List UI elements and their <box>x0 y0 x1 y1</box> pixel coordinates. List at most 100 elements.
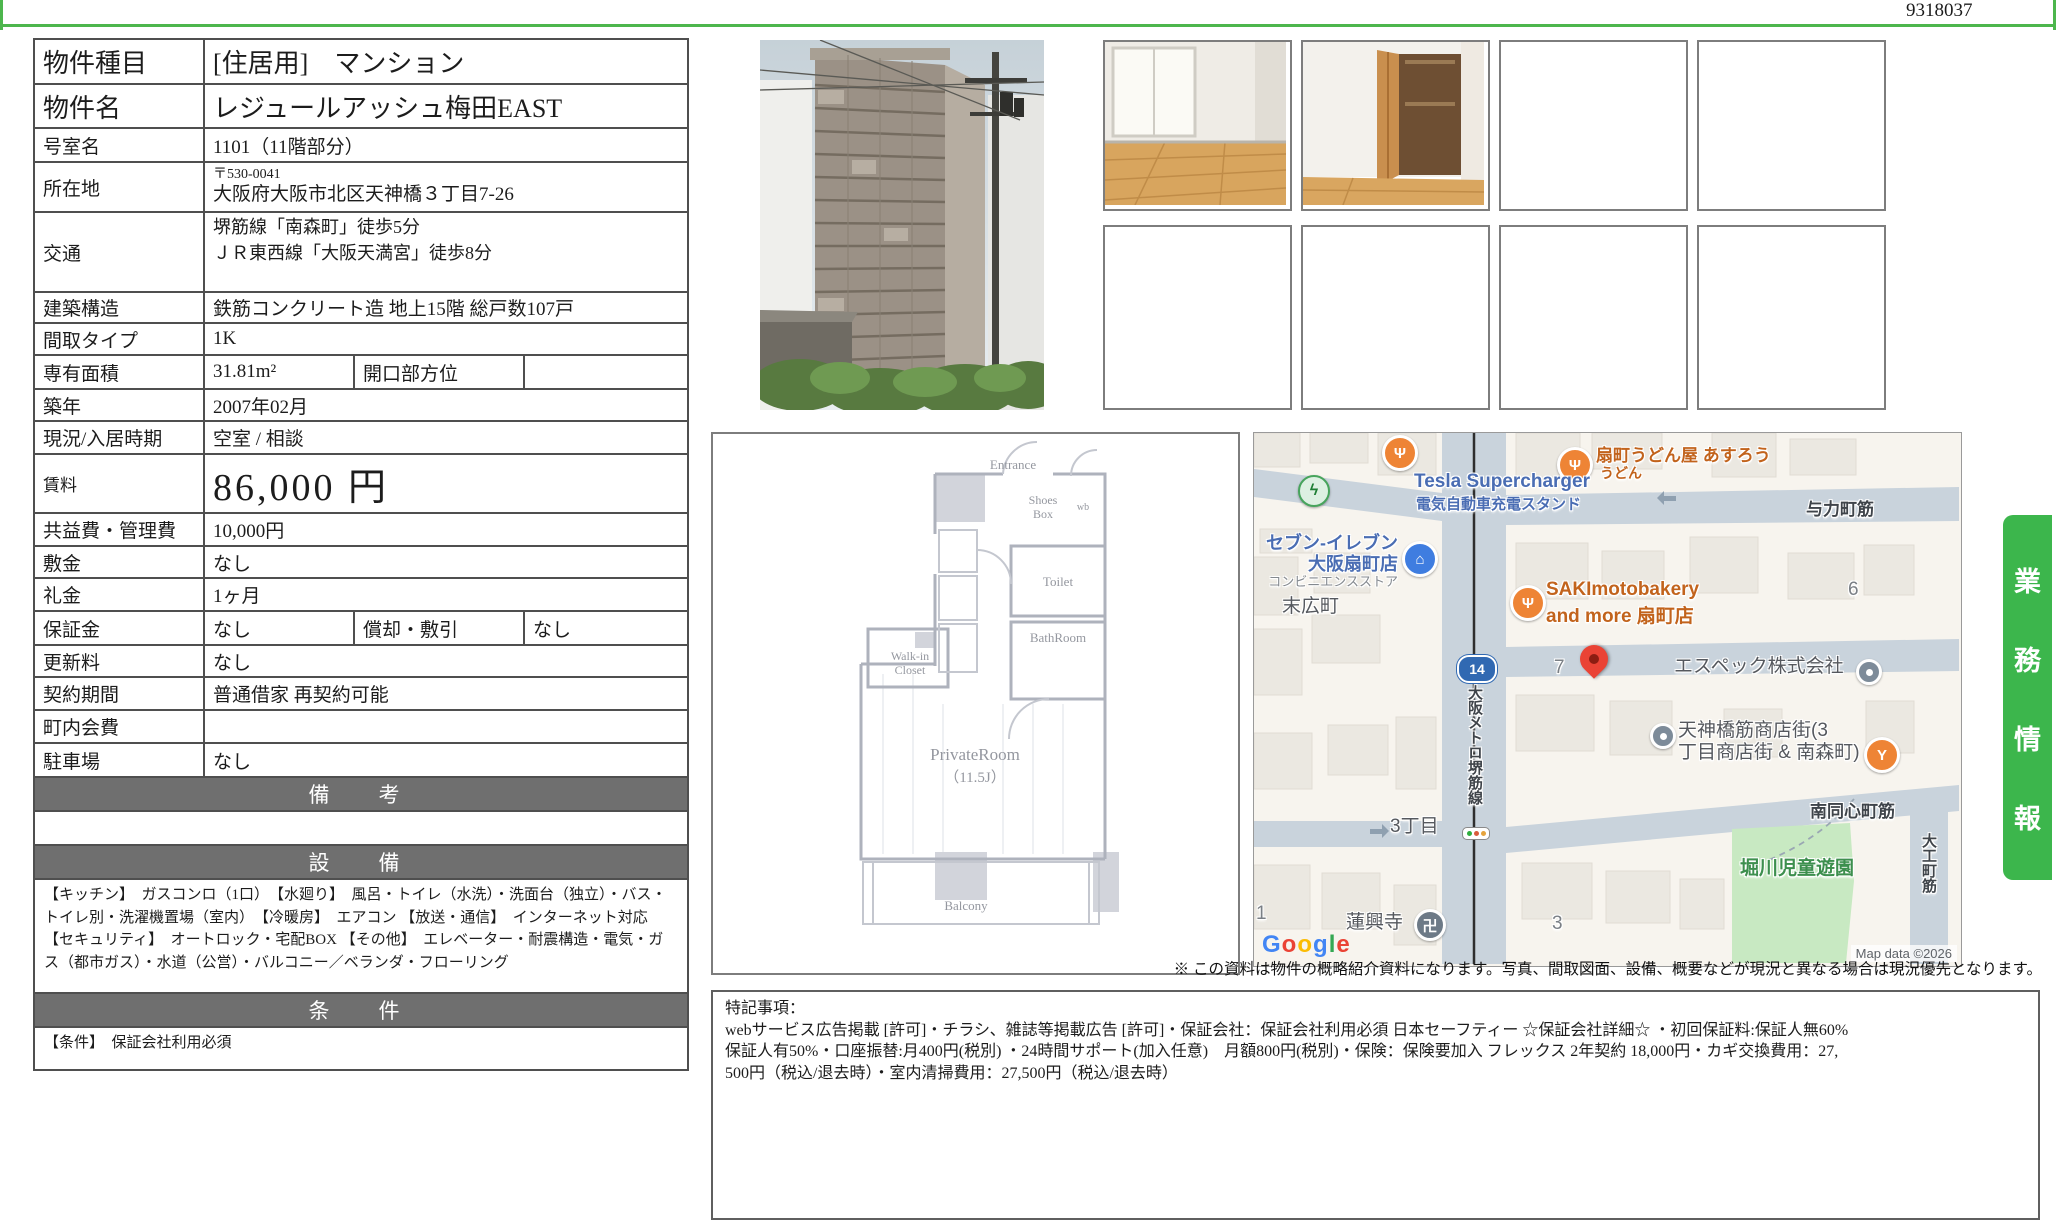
table-row: 専有面積 31.81m² 開口部方位 <box>34 355 688 389</box>
row-value: 〒530-0041 大阪府大阪市北区天神橋３丁目7-26 <box>204 162 688 212</box>
company-pin-icon <box>1856 659 1882 685</box>
ev-charger-pin-icon: ϟ <box>1298 475 1330 507</box>
table-row: 更新料 なし <box>34 645 688 677</box>
banner-char: 報 <box>2014 797 2041 836</box>
row-value: なし <box>204 743 688 777</box>
convenience-store-pin-icon: ⌂ <box>1402 541 1438 577</box>
setsubi-header: 設 備 <box>34 845 688 879</box>
row-label: 間取タイプ <box>34 323 204 355</box>
photo-placeholder <box>1103 225 1292 410</box>
row-label-2: 償却・敷引 <box>354 611 524 645</box>
row-label: 号室名 <box>34 128 204 162</box>
row-label-2: 開口部方位 <box>354 355 524 389</box>
row-value: 31.81m² <box>204 355 354 389</box>
table-row: 【キッチン】 ガスコンロ（1口） 【水廻り】 風呂・トイレ（水洗）・洗面台（独立… <box>34 879 688 993</box>
photo-placeholder <box>1697 225 1886 410</box>
map-label-udon-sub: うどん <box>1600 463 1642 483</box>
address: 大阪府大阪市北区天神橋３丁目7-26 <box>213 183 679 207</box>
document-id: 9318037 <box>1900 0 2052 22</box>
special-notes-box: 特記事項： webサービス広告掲載 [許可]・チラシ、雑誌等掲載広告 [許可]・… <box>711 990 2040 1220</box>
map-label-horikawa-park: 堀川児童遊園 <box>1740 853 1854 880</box>
table-row: 共益費・管理費 10,000円 <box>34 513 688 546</box>
biko-text <box>34 811 688 845</box>
table-row: 建築構造 鉄筋コンクリート造 地上15階 総戸数107戸 <box>34 292 688 323</box>
table-row: 物件種目 [住居用] マンション <box>34 39 688 84</box>
temple-pin-icon: 卍 <box>1414 909 1446 941</box>
business-info-banner[interactable]: 業 務 情 報 <box>2003 515 2052 880</box>
map-label-saki-1: SAKImotobakery <box>1546 579 1699 601</box>
row-value: 10,000円 <box>204 513 688 546</box>
row-label: 建築構造 <box>34 292 204 323</box>
setsubi-text: 【キッチン】 ガスコンロ（1口） 【水廻り】 風呂・トイレ（水洗）・洗面台（独立… <box>34 879 688 993</box>
room-interior-photo <box>1103 40 1292 211</box>
floorplan-label-shoes-1: Shoes <box>1029 493 1058 507</box>
row-value: 1K <box>204 323 688 355</box>
row-label: 現況/入居時期 <box>34 421 204 454</box>
floorplan-label-room: PrivateRoom <box>930 745 1020 764</box>
map-label-suehirocho: 末広町 <box>1282 591 1339 618</box>
section-header-row: 条 件 <box>34 993 688 1027</box>
floorplan-label-room-size: （11.5J） <box>944 769 1006 786</box>
row-label: 契約期間 <box>34 677 204 710</box>
notes-title: 特記事項： <box>725 998 2026 1020</box>
top-divider <box>0 24 2056 27</box>
notes-line: webサービス広告掲載 [許可]・チラシ、雑誌等掲載広告 [許可]・保証会社：保… <box>725 1020 2026 1042</box>
row-value: 空室 / 相談 <box>204 421 688 454</box>
map-label-seven-sub: コンビニエンスストア <box>1254 571 1398 590</box>
floorplan-label-wic-2: Closet <box>895 663 926 677</box>
table-row: 町内会費 <box>34 710 688 743</box>
row-label: 敷金 <box>34 546 204 578</box>
row-label: 交通 <box>34 212 204 292</box>
row-value: 鉄筋コンクリート造 地上15階 総戸数107戸 <box>204 292 688 323</box>
closet-photo <box>1301 40 1490 211</box>
one-way-arrow-icon <box>1650 491 1664 505</box>
table-row: 築年 2007年02月 <box>34 389 688 421</box>
row-label: 物件種目 <box>34 39 204 84</box>
google-map[interactable]: Ψ Ψ ϟ ⌂ Ψ Y 卍 14 扇町うどん屋 あすろう うどん Tesla S… <box>1253 432 1962 967</box>
disclaimer-text: ※ この資料は物件の概略紹介資料になります。写真、間取図面、設備、概要などが現況… <box>711 957 2042 979</box>
property-table: 物件種目 [住居用] マンション 物件名 レジュールアッシュ梅田EAST 号室名… <box>33 38 689 1071</box>
map-label-yoriki-road: 与力町筋 <box>1806 495 1874 520</box>
row-label: 賃料 <box>34 454 204 513</box>
row-value <box>204 710 688 743</box>
floorplan-label-bathroom: BathRoom <box>1030 630 1086 645</box>
access-line: 堺筋線「南森町」徒歩5分 <box>213 214 679 240</box>
row-value: 1ヶ月 <box>204 578 688 611</box>
joken-text: 【条件】 保証会社利用必須 <box>34 1027 688 1070</box>
row-label: 保証金 <box>34 611 204 645</box>
row-label: 築年 <box>34 389 204 421</box>
biko-header: 備 考 <box>34 777 688 811</box>
row-label: 更新料 <box>34 645 204 677</box>
table-row: 交通 堺筋線「南森町」徒歩5分 ＪＲ東西線「大阪天満宮」徒歩8分 <box>34 212 688 292</box>
map-label-tesla-sub: 電気自動車充電スタンド <box>1416 493 1581 514</box>
floorplan-label-entrance: Entrance <box>990 457 1036 472</box>
map-label-chome3: 3丁目 <box>1390 811 1439 838</box>
row-value: 2007年02月 <box>204 389 688 421</box>
map-label-num3: 3 <box>1552 913 1563 935</box>
map-label-shotengai-2: 丁目商店街 & 南森町) <box>1678 737 1860 764</box>
building-exterior-photo <box>760 40 1044 410</box>
map-label-num6: 6 <box>1848 579 1859 601</box>
traffic-light-icon <box>1462 827 1490 840</box>
row-value: [住居用] マンション <box>204 39 688 84</box>
map-label-rail-line: 大阪メトロ堺筋線 <box>1464 685 1485 805</box>
map-label-renkoji: 蓮興寺 <box>1346 907 1403 934</box>
map-label-num7: 7 <box>1554 657 1565 679</box>
row-label: 物件名 <box>34 84 204 128</box>
section-header-row: 設 備 <box>34 845 688 879</box>
notes-line: 500円（税込/退去時）・室内清掃費用：27,500円（税込/退去時） <box>725 1063 2026 1085</box>
table-row: 号室名 1101（11階部分） <box>34 128 688 162</box>
row-value-2: なし <box>524 611 688 645</box>
table-row: 間取タイプ 1K <box>34 323 688 355</box>
row-label: 礼金 <box>34 578 204 611</box>
row-label: 町内会費 <box>34 710 204 743</box>
row-value: 普通借家 再契約可能 <box>204 677 688 710</box>
floorplan-panel: Entrance Shoes Box wb Toilet BathRoom Wa… <box>711 432 1240 975</box>
row-value: なし <box>204 645 688 677</box>
bar-pin-icon: Y <box>1864 737 1900 773</box>
route-shield: 14 <box>1457 655 1497 683</box>
table-row: 現況/入居時期 空室 / 相談 <box>34 421 688 454</box>
row-value: レジュールアッシュ梅田EAST <box>204 84 688 128</box>
map-label-tesla: Tesla Supercharger <box>1414 471 1590 493</box>
floorplan-label-shoes-2: Box <box>1033 507 1053 521</box>
